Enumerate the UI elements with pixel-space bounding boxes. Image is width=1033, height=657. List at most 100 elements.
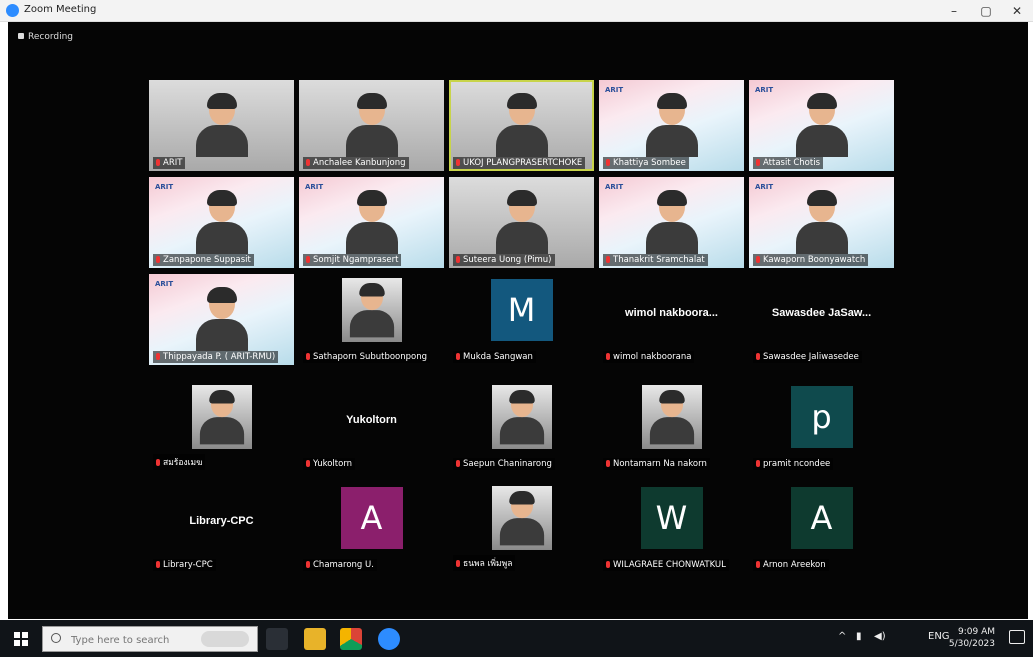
participant-video [795, 190, 848, 254]
file-explorer-icon[interactable] [304, 628, 326, 650]
participant-initial: p [790, 386, 853, 449]
participant-name-label: wimol nakboorana [603, 351, 695, 363]
participant-tile[interactable]: Sathaporn Subutboonpong [299, 274, 444, 365]
mic-muted-icon [156, 256, 160, 263]
participant-tile[interactable]: ARIT Khattiya Sombee [599, 80, 744, 171]
network-icon[interactable]: ▮ [856, 631, 862, 642]
record-icon [18, 33, 24, 39]
arit-logo-icon: ARIT [755, 86, 774, 94]
participant-tile[interactable]: ARIT [149, 80, 294, 171]
participant-tile[interactable]: ARIT Thanakrit Sramchalat [599, 177, 744, 268]
chrome-icon[interactable] [340, 628, 362, 650]
mic-muted-icon [306, 460, 310, 467]
participant-name-label: Chamarong U. [303, 559, 377, 571]
arit-logo-icon: ARIT [605, 183, 624, 191]
participant-tile[interactable]: Sawasdee JaSaw... Sawasdee Jaliwasedee [749, 274, 894, 365]
participant-name-label: Arnon Areekon [753, 559, 829, 571]
participant-name-label: Somjit Ngamprasert [303, 254, 402, 266]
language-indicator[interactable]: ENG [928, 631, 950, 642]
participant-name: Somjit Ngamprasert [313, 255, 399, 265]
mic-muted-icon [156, 159, 160, 166]
close-button[interactable]: ✕ [1003, 2, 1031, 20]
mic-muted-icon [756, 561, 760, 568]
participant-name: UKOJ PLANGPRASERTCHOKE [463, 158, 583, 168]
participant-tile[interactable]: ARIT Zanpapone Suppasit [149, 177, 294, 268]
window-title: Zoom Meeting [24, 4, 97, 15]
mic-muted-icon [756, 460, 760, 467]
participant-video [195, 93, 248, 157]
participant-tile[interactable]: wimol nakboora... wimol nakboorana [599, 274, 744, 365]
minimize-button[interactable]: – [940, 2, 968, 20]
participant-tile[interactable]: UKOJ PLANGPRASERTCHOKE [449, 80, 594, 171]
participant-name: ธนพล เพิ่มพูล [463, 559, 513, 569]
participant-tile[interactable]: ARIT Kawaporn Boonyawatch [749, 177, 894, 268]
participant-tile[interactable]: A Chamarong U. [299, 482, 444, 573]
participant-tile[interactable]: M Mukda Sangwan [449, 274, 594, 365]
participant-tile[interactable]: สมร้องเมฆ [149, 381, 294, 472]
participant-photo [191, 385, 252, 449]
participant-tile[interactable]: ARIT Somjit Ngamprasert [299, 177, 444, 268]
participant-tile[interactable]: Nontamarn Na nakorn [599, 381, 744, 472]
participant-video [195, 190, 248, 254]
arit-logo-icon: ARIT [605, 86, 624, 94]
recording-indicator[interactable]: Recording [18, 32, 73, 42]
participant-name-label: Kawaporn Boonyawatch [753, 254, 869, 266]
mic-muted-icon [606, 159, 610, 166]
search-icon [51, 633, 61, 643]
participant-tile[interactable]: A Arnon Areekon [749, 482, 894, 573]
zoom-taskbar-icon[interactable] [378, 628, 400, 650]
mic-muted-icon [756, 256, 760, 263]
participant-tile[interactable]: Saepun Chaninarong [449, 381, 594, 472]
mic-muted-icon [156, 459, 160, 466]
participant-name: Attasit Chotis [763, 158, 821, 168]
participant-display-name: wimol nakboora... [625, 306, 718, 319]
participant-name: ARIT [163, 158, 183, 168]
participant-initial: W [640, 487, 703, 550]
participant-tile[interactable]: W WILAGRAEE CHONWATKUL [599, 482, 744, 573]
participant-name-label: ARIT [153, 157, 186, 169]
notification-icon[interactable] [1009, 630, 1025, 644]
participant-photo [491, 486, 552, 550]
mic-muted-icon [456, 353, 460, 360]
participant-name: Sathaporn Subutboonpong [313, 352, 428, 362]
taskbar-search[interactable] [42, 626, 258, 652]
participant-name-label: Sathaporn Subutboonpong [303, 351, 431, 363]
participant-tile[interactable]: Anchalee Kanbunjong [299, 80, 444, 171]
participant-photo [341, 278, 402, 342]
chevron-up-icon[interactable]: ^ [838, 631, 846, 642]
volume-icon[interactable]: ◀) [874, 631, 886, 642]
arit-logo-icon: ARIT [305, 183, 324, 191]
participant-display-name: Yukoltorn [346, 413, 397, 426]
participant-name: Kawaporn Boonyawatch [763, 255, 866, 265]
participant-initial: A [340, 487, 403, 550]
participant-video [795, 93, 848, 157]
mic-muted-icon [156, 353, 160, 360]
windows-start-icon[interactable] [14, 632, 28, 646]
mic-muted-icon [306, 353, 310, 360]
clock-time: 9:09 AM [958, 627, 995, 637]
participant-name: Arnon Areekon [763, 560, 826, 570]
mic-muted-icon [306, 561, 310, 568]
participant-video [195, 287, 248, 351]
participant-name: Khattiya Sombee [613, 158, 686, 168]
task-view-icon[interactable] [266, 628, 288, 650]
participant-display-name: Library-CPC [189, 514, 254, 527]
taskbar: ^ ▮ ◀) ENG 9:09 AM 5/30/2023 [0, 620, 1033, 657]
arit-logo-icon: ARIT [755, 183, 774, 191]
participant-name-label: Attasit Chotis [753, 157, 824, 169]
participant-name-label: Zanpapone Suppasit [153, 254, 254, 266]
participant-tile[interactable]: Library-CPC Library-CPC [149, 482, 294, 573]
zoom-logo-icon [6, 4, 19, 17]
participant-name-label: Library-CPC [153, 559, 216, 571]
participant-tile[interactable]: Suteera Uong (Pimu) [449, 177, 594, 268]
participant-tile[interactable]: p pramit ncondee [749, 381, 894, 472]
participant-tile[interactable]: ARIT Attasit Chotis [749, 80, 894, 171]
clock[interactable]: 9:09 AM 5/30/2023 [949, 626, 995, 650]
maximize-button[interactable]: ▢ [972, 2, 1000, 20]
search-input[interactable] [69, 631, 193, 649]
participant-tile[interactable]: Yukoltorn Yukoltorn [299, 381, 444, 472]
participant-tile[interactable]: ARIT Thippayada P. ( ARIT-RMU) [149, 274, 294, 365]
participant-tile[interactable]: ธนพล เพิ่มพูล [449, 482, 594, 573]
mic-muted-icon [606, 561, 610, 568]
participant-video [345, 190, 398, 254]
